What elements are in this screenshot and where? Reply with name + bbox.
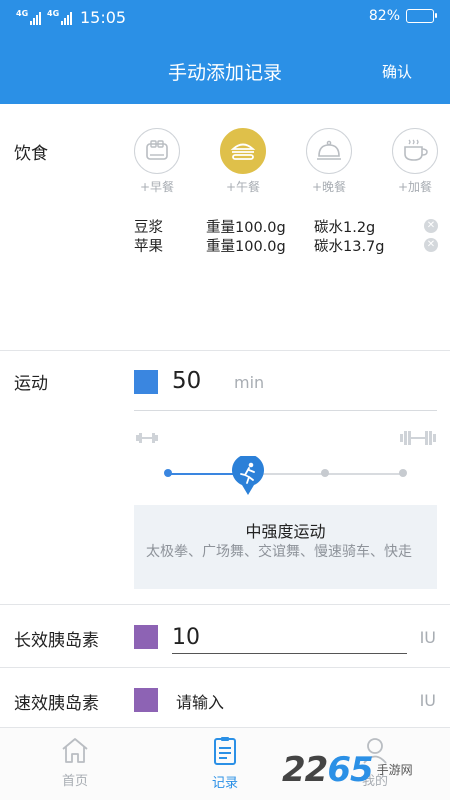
intensity-info-box: 中强度运动 太极拳、广场舞、交谊舞、慢速骑车、快走	[134, 505, 437, 589]
divider	[0, 350, 450, 351]
tab-record[interactable]: 记录	[195, 736, 255, 791]
tab-label: 记录	[211, 776, 238, 791]
exercise-input-underline	[134, 410, 437, 411]
food-weight: 重量100.0g	[206, 220, 286, 236]
exercise-label: 运动	[14, 374, 48, 394]
diet-label: 饮食	[14, 144, 48, 164]
intensity-stop-1[interactable]	[164, 469, 172, 477]
meal-snack[interactable]: +加餐	[392, 128, 438, 194]
intensity-stop-3[interactable]	[321, 469, 329, 477]
watermark-text: 手游网	[376, 763, 413, 777]
tab-label: 首页	[61, 774, 88, 789]
food-carbs: 碳水1.2g	[314, 220, 376, 236]
status-bar: 4G 4G 15:05 82%	[0, 0, 450, 36]
meal-label: +早餐	[139, 180, 175, 194]
meal-label: +加餐	[397, 180, 433, 194]
coffee-cup-icon	[392, 128, 438, 174]
rapid-insulin-unit: IU	[419, 691, 436, 710]
watermark-logo: 2265 手游网	[282, 746, 442, 794]
app-header: 手动添加记录 确认	[0, 36, 450, 104]
exercise-duration-unit: min	[234, 373, 265, 392]
long-insulin-label: 长效胰岛素	[14, 631, 99, 651]
food-weight: 重量100.0g	[206, 239, 286, 255]
confirm-button[interactable]: 确认	[382, 61, 412, 82]
meal-label: +午餐	[225, 180, 261, 194]
heavy-dumbbell-icon	[400, 431, 436, 445]
meal-breakfast[interactable]: +早餐	[134, 128, 180, 194]
toaster-icon	[134, 128, 180, 174]
watermark-number: 2265	[282, 750, 374, 790]
divider	[0, 667, 450, 668]
meal-label: +晚餐	[311, 180, 347, 194]
status-left: 4G 4G 15:05	[16, 8, 126, 27]
running-person-icon[interactable]	[231, 456, 265, 496]
battery-percent: 82%	[368, 8, 400, 24]
divider	[0, 604, 450, 605]
signal-icon-2: 4G	[47, 9, 72, 25]
food-name: 豆浆	[134, 220, 163, 236]
meal-lunch[interactable]: +午餐	[220, 128, 266, 194]
food-name: 苹果	[134, 239, 163, 255]
status-right: 82%	[368, 8, 437, 24]
delete-food-icon[interactable]: ✕	[424, 219, 438, 233]
battery-icon	[406, 9, 437, 23]
long-insulin-color-marker	[134, 625, 158, 649]
tab-home[interactable]: 首页	[45, 736, 105, 789]
light-dumbbell-icon	[136, 433, 158, 443]
meal-dinner[interactable]: +晚餐	[306, 128, 352, 194]
record-icon	[214, 737, 236, 765]
intensity-description: 太极拳、广场舞、交谊舞、慢速骑车、快走	[146, 544, 412, 560]
rapid-insulin-input[interactable]: 请输入	[176, 689, 406, 713]
intensity-stop-4[interactable]	[399, 469, 407, 477]
rapid-insulin-color-marker	[134, 688, 158, 712]
exercise-color-marker	[134, 370, 158, 394]
delete-food-icon[interactable]: ✕	[424, 238, 438, 252]
long-insulin-unit: IU	[419, 628, 436, 647]
food-row: 苹果 重量100.0g 碳水13.7g ✕	[134, 235, 444, 257]
food-carbs: 碳水13.7g	[314, 239, 385, 255]
signal-icon: 4G	[16, 9, 41, 25]
status-time: 15:05	[80, 8, 127, 27]
burger-icon	[220, 128, 266, 174]
rapid-insulin-label: 速效胰岛素	[14, 694, 99, 714]
exercise-duration-value[interactable]: 50	[172, 368, 201, 394]
dish-cover-icon	[306, 128, 352, 174]
intensity-title: 中强度运动	[245, 522, 326, 541]
long-insulin-input[interactable]	[172, 622, 407, 654]
home-icon	[62, 738, 88, 763]
